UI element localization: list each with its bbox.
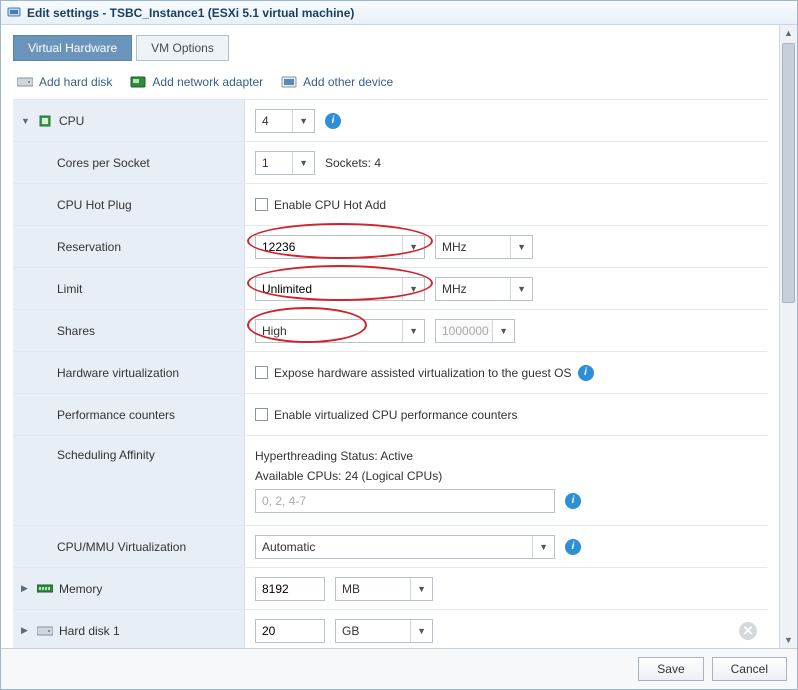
cpu-expander[interactable]: ▼ [21,116,31,126]
disk-size-input[interactable] [262,621,318,641]
performance-counters-label: Performance counters [57,408,175,422]
cancel-button[interactable]: Cancel [712,657,787,681]
tab-vm-options[interactable]: VM Options [136,35,229,61]
cores-per-socket-select[interactable]: 1 ▼ [255,151,315,175]
add-network-adapter-button[interactable]: Add network adapter [130,75,263,89]
tabs: Virtual Hardware VM Options [13,35,767,61]
limit-label: Limit [57,282,82,296]
chevron-down-icon: ▼ [402,320,418,342]
hard-disk-label: Hard disk 1 [59,624,120,638]
perf-counters-checkbox[interactable] [255,408,268,421]
limit-unit-value: MHz [442,282,467,296]
reservation-unit-value: MHz [442,240,467,254]
shares-label: Shares [57,324,95,338]
device-icon [281,75,297,89]
shares-select[interactable]: High ▼ [255,319,425,343]
vm-icon [7,6,21,20]
limit-unit-select[interactable]: MHz ▼ [435,277,533,301]
chevron-down-icon: ▼ [410,620,426,642]
add-other-device-label: Add other device [303,75,393,89]
chevron-down-icon: ▼ [492,320,508,342]
memory-icon [37,582,53,596]
shares-number-input [442,321,492,341]
memory-input[interactable] [262,579,318,599]
shares-number-combo[interactable]: ▼ [435,319,515,343]
tab-virtual-hardware[interactable]: Virtual Hardware [13,35,132,61]
limit-input[interactable] [262,279,402,299]
shares-value: High [262,324,287,338]
edit-settings-dialog: Edit settings - TSBC_Instance1 (ESXi 5.1… [0,0,798,690]
enable-cpu-hot-add-text: Enable CPU Hot Add [274,198,386,212]
chevron-down-icon: ▼ [510,278,526,300]
disk-unit-value: GB [342,624,359,638]
cpu-hot-plug-label: CPU Hot Plug [57,198,132,212]
scheduling-affinity-label: Scheduling Affinity [57,448,155,462]
memory-input-combo[interactable] [255,577,325,601]
hardware-virtualization-label: Hardware virtualization [57,366,179,380]
scroll-down-arrow[interactable]: ▼ [780,632,797,648]
info-icon[interactable]: i [565,539,581,555]
dialog-title: Edit settings - TSBC_Instance1 (ESXi 5.1… [27,6,354,20]
scroll-up-arrow[interactable]: ▲ [780,25,797,41]
add-hard-disk-button[interactable]: Add hard disk [17,75,112,89]
vertical-scrollbar[interactable]: ▲ ▼ [779,25,797,648]
limit-combo[interactable]: ▼ [255,277,425,301]
chevron-down-icon: ▼ [410,578,426,600]
available-cpus-text: Available CPUs: 24 (Logical CPUs) [255,469,757,483]
cpu-mmu-select[interactable]: Automatic ▼ [255,535,555,559]
info-icon[interactable]: i [578,365,594,381]
add-hard-disk-label: Add hard disk [39,75,112,89]
disk-unit-select[interactable]: GB ▼ [335,619,433,643]
memory-unit-value: MB [342,582,360,596]
chevron-down-icon: ▼ [402,236,418,258]
save-button[interactable]: Save [638,657,703,681]
reservation-combo[interactable]: ▼ [255,235,425,259]
memory-expander[interactable]: ▶ [21,583,31,594]
cpu-count-select[interactable]: 4 ▼ [255,109,315,133]
chevron-down-icon: ▼ [292,110,308,132]
cpu-icon [37,114,53,128]
info-icon[interactable]: i [565,493,581,509]
hard-disk-expander[interactable]: ▶ [21,625,31,636]
nic-icon [130,75,146,89]
reservation-label: Reservation [57,240,121,254]
chevron-down-icon: ▼ [402,278,418,300]
remove-disk-button[interactable]: ✕ [739,622,757,640]
disk-size-combo[interactable] [255,619,325,643]
add-other-device-button[interactable]: Add other device [281,75,393,89]
cpu-mmu-value: Automatic [262,540,315,554]
dialog-titlebar: Edit settings - TSBC_Instance1 (ESXi 5.1… [1,1,797,25]
expose-hw-virt-checkbox[interactable] [255,366,268,379]
cpu-count-value: 4 [262,114,269,128]
enable-cpu-hot-add-checkbox[interactable] [255,198,268,211]
chevron-down-icon: ▼ [510,236,526,258]
cores-per-socket-label: Cores per Socket [57,156,150,170]
scheduling-affinity-placeholder: 0, 2, 4-7 [262,494,306,508]
cores-per-socket-value: 1 [262,156,269,170]
hardware-table: ▼ CPU 4 ▼ i [13,99,767,648]
cpu-label: CPU [59,114,84,128]
add-hardware-actions: Add hard disk Add network adapter Add ot… [13,71,767,99]
scrollbar-thumb[interactable] [782,43,795,303]
hard-disk-icon [17,75,33,89]
chevron-down-icon: ▼ [292,152,308,174]
cpu-mmu-virtualization-label: CPU/MMU Virtualization [57,540,186,554]
memory-label: Memory [59,582,102,596]
reservation-unit-select[interactable]: MHz ▼ [435,235,533,259]
perf-counters-text: Enable virtualized CPU performance count… [274,408,517,422]
hard-disk-icon [37,624,53,638]
sockets-text: Sockets: 4 [325,156,381,170]
add-network-adapter-label: Add network adapter [152,75,263,89]
scheduling-affinity-input[interactable]: 0, 2, 4-7 [255,489,555,513]
info-icon[interactable]: i [325,113,341,129]
reservation-input[interactable] [262,237,402,257]
memory-unit-select[interactable]: MB ▼ [335,577,433,601]
hyperthreading-status: Hyperthreading Status: Active [255,449,757,463]
dialog-footer: Save Cancel [1,648,797,689]
expose-hw-virt-text: Expose hardware assisted virtualization … [274,366,572,380]
chevron-down-icon: ▼ [532,536,548,558]
